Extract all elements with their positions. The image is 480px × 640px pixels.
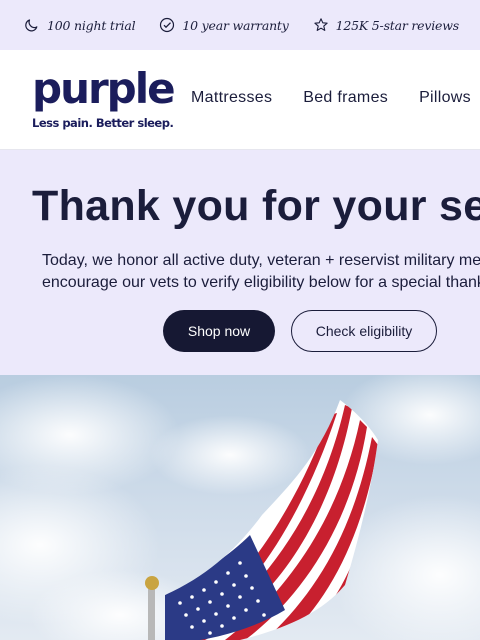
- promo-bar: 100 night trial 10 year warranty 125K 5-…: [0, 0, 480, 50]
- promo-item-warranty: 10 year warranty: [159, 17, 289, 33]
- moon-icon: [25, 19, 38, 32]
- hero-section: Thank you for your ser Today, we honor a…: [0, 150, 480, 375]
- nav-item-mattresses[interactable]: Mattresses: [191, 89, 272, 107]
- logo-tagline: Less pain. Better sleep.: [32, 116, 174, 130]
- promo-label-trial: 100 night trial: [47, 17, 136, 33]
- star-icon: [313, 18, 328, 31]
- promo-label-reviews: 125K 5-star reviews: [335, 17, 460, 33]
- purple-logo[interactable]: purple Less pain. Better sleep.: [32, 64, 176, 136]
- promo-item-reviews: 125K 5-star reviews: [313, 17, 459, 33]
- flag-illustration: [0, 375, 480, 640]
- hero-description-line: Today, we honor all active duty, veteran…: [42, 252, 480, 269]
- check-circle-icon: [160, 17, 175, 33]
- nav-item-pillows[interactable]: Pillows: [419, 89, 471, 107]
- promo-item-trial: 100 night trial: [24, 17, 136, 33]
- check-eligibility-button[interactable]: Check eligibility: [291, 310, 437, 352]
- hero-title: Thank you for your ser: [32, 182, 480, 230]
- logo-wordmark: purple: [32, 64, 176, 113]
- site-header: purple Less pain. Better sleep. Mattress…: [0, 50, 480, 150]
- hero-description-line: encourage our vets to verify eligibility…: [42, 274, 480, 291]
- flag-image: [0, 375, 480, 640]
- hero-description: Today, we honor all active duty, veteran…: [42, 250, 480, 294]
- main-nav: Mattresses Bed frames Pillows: [191, 89, 480, 107]
- nav-item-bed-frames[interactable]: Bed frames: [303, 89, 388, 107]
- shop-now-button[interactable]: Shop now: [163, 310, 275, 352]
- promo-label-warranty: 10 year warranty: [182, 17, 289, 33]
